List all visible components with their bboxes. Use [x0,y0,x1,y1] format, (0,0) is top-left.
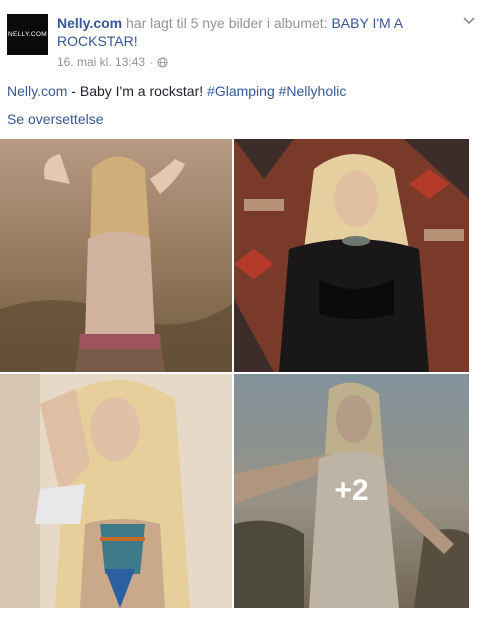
timestamp-link[interactable]: 16. mai kl. 13:43 [57,55,145,69]
hashtag-glamping[interactable]: #Glamping [207,83,275,99]
meta-separator: · [149,55,154,69]
album-photo-1[interactable] [0,139,232,372]
post-header: Nelly.com har lagt til 5 nye bilder i al… [57,14,457,50]
post-caption: - Baby I'm a rockstar! [67,83,208,99]
globe-icon[interactable] [157,56,168,68]
avatar-logo-text: NELLY.COM [8,31,47,38]
see-translation-link[interactable]: Se oversettelse [7,111,104,127]
post-meta: 16. mai kl. 13:43 · [57,55,168,69]
post-text: Nelly.com - Baby I'm a rockstar! #Glampi… [7,82,346,100]
album-photo-3[interactable] [0,374,232,608]
post-page-link[interactable]: Nelly.com [7,83,67,99]
post-action-text: har lagt til 5 nye bilder i albumet: [122,15,332,31]
album-photo-2[interactable] [234,139,469,372]
page-avatar[interactable]: NELLY.COM [7,14,48,55]
hashtag-nellyholic[interactable]: #Nellyholic [279,83,347,99]
page-name-link[interactable]: Nelly.com [57,15,122,31]
more-photos-count[interactable]: +2 [234,374,469,608]
chevron-down-icon[interactable] [462,14,476,28]
